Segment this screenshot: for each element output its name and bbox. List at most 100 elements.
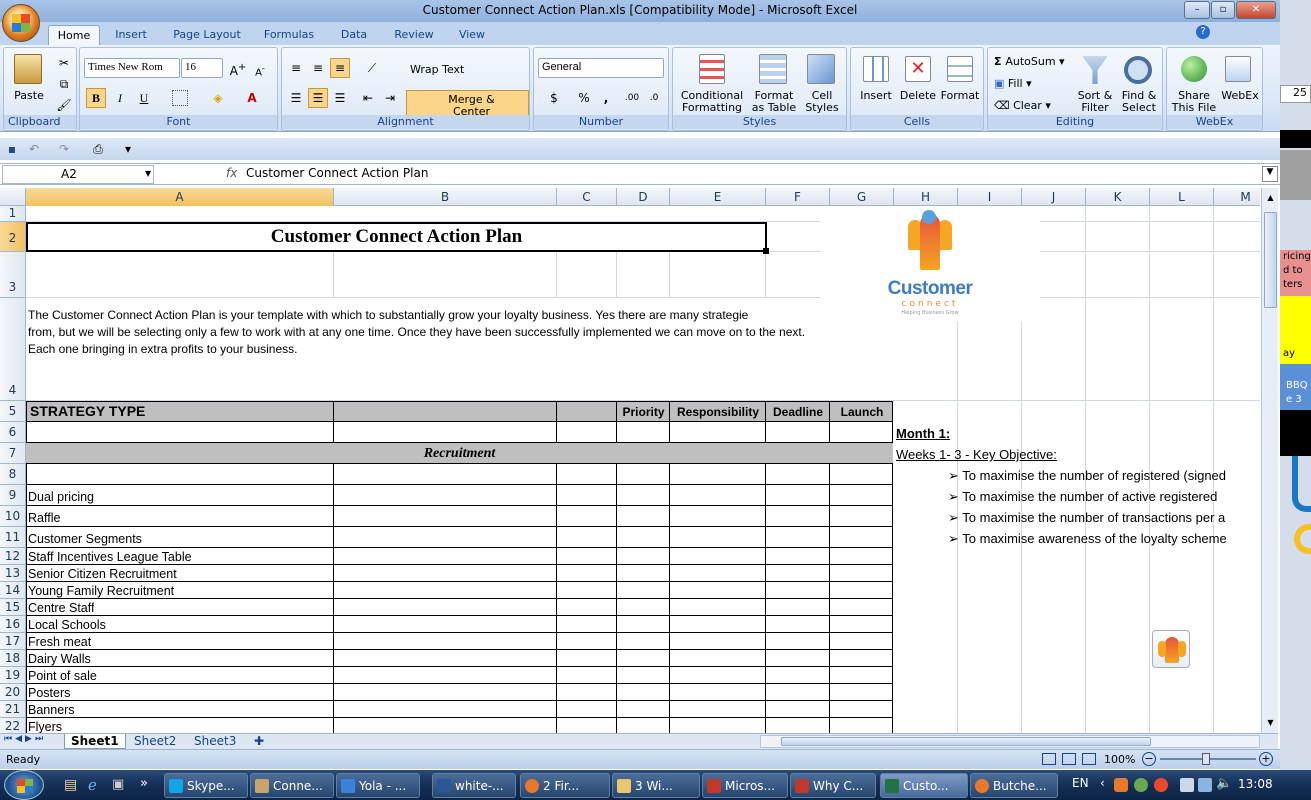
- currency-icon[interactable]: $: [540, 88, 568, 108]
- taskbar-item-why[interactable]: Why C...: [790, 773, 876, 798]
- underline-button[interactable]: U: [134, 88, 154, 108]
- strategy-item[interactable]: Staff Incentives League Table: [28, 550, 192, 564]
- increase-decimal-icon[interactable]: .00: [622, 88, 642, 108]
- tray-device-icon[interactable]: [1180, 778, 1194, 792]
- clear-button[interactable]: ⌫ Clear ▾: [994, 100, 1051, 112]
- column-header-k[interactable]: K: [1086, 188, 1150, 206]
- tray-security-icon[interactable]: [1134, 778, 1148, 792]
- column-header-l[interactable]: L: [1150, 188, 1214, 206]
- close-button[interactable]: ✕: [1236, 1, 1276, 19]
- taskbar-item-skype[interactable]: Skype...: [164, 773, 248, 798]
- fx-icon[interactable]: fx: [226, 166, 237, 180]
- strategy-item[interactable]: Banners: [28, 703, 75, 717]
- row-header[interactable]: 2: [0, 222, 26, 252]
- italic-button[interactable]: I: [110, 88, 130, 108]
- zoom-level[interactable]: 100%: [1104, 753, 1135, 766]
- tab-formulas[interactable]: Formulas: [258, 25, 320, 46]
- sheet-tab[interactable]: Sheet1: [64, 734, 126, 749]
- vertical-scroll-thumb[interactable]: [1264, 212, 1277, 308]
- strategy-item[interactable]: Customer Segments: [28, 532, 142, 546]
- minimize-button[interactable]: –: [1184, 1, 1210, 19]
- language-indicator[interactable]: EN: [1072, 776, 1089, 790]
- row-header[interactable]: 7: [0, 443, 26, 464]
- maximize-button[interactable]: ▫: [1211, 1, 1235, 19]
- formula-input[interactable]: Customer Connect Action Plan: [246, 166, 428, 180]
- column-header-i[interactable]: I: [958, 188, 1022, 206]
- increase-indent-icon[interactable]: ⇥: [380, 88, 400, 108]
- row-header[interactable]: 14: [0, 582, 26, 599]
- row-header[interactable]: 21: [0, 701, 26, 718]
- share-file-button[interactable]: Share This File: [1169, 90, 1219, 114]
- strategy-item[interactable]: Point of sale: [28, 669, 97, 683]
- align-right-icon[interactable]: ☰: [330, 88, 350, 108]
- decrease-indent-icon[interactable]: ⇤: [358, 88, 378, 108]
- row-header[interactable]: 6: [0, 422, 26, 443]
- zoom-in-icon[interactable]: +: [1259, 752, 1273, 766]
- fill-handle[interactable]: [763, 248, 769, 254]
- orientation-icon[interactable]: ⟋: [362, 58, 382, 78]
- ie-quicklaunch-icon[interactable]: ℯ: [88, 776, 97, 794]
- grow-font-button[interactable]: A+: [228, 58, 248, 78]
- scroll-down-icon[interactable]: ▼: [1263, 715, 1278, 731]
- column-header-d[interactable]: D: [617, 188, 670, 206]
- select-all-corner[interactable]: [0, 188, 26, 206]
- customize-qat-icon[interactable]: ▾: [118, 139, 138, 159]
- column-header-c[interactable]: C: [557, 188, 617, 206]
- office-button[interactable]: [2, 4, 40, 42]
- row-header[interactable]: 4: [0, 298, 26, 401]
- format-painter-icon[interactable]: 🖌: [54, 95, 74, 115]
- horizontal-scrollbar[interactable]: [760, 735, 1260, 748]
- cut-icon[interactable]: ✂: [54, 53, 74, 73]
- decrease-decimal-icon[interactable]: .0: [644, 88, 664, 108]
- fill-color-icon[interactable]: ◈: [208, 88, 228, 108]
- strategy-item[interactable]: Centre Staff: [28, 601, 94, 615]
- align-top-icon[interactable]: ≡: [286, 58, 306, 78]
- tab-home[interactable]: Home: [48, 25, 100, 46]
- column-header-e[interactable]: E: [670, 188, 766, 206]
- help-icon[interactable]: ?: [1196, 25, 1210, 39]
- taskbar-item-excel[interactable]: Custo...: [880, 773, 968, 798]
- strategy-item[interactable]: Raffle: [28, 511, 60, 525]
- row-header[interactable]: 16: [0, 616, 26, 633]
- row-header[interactable]: 17: [0, 633, 26, 650]
- tab-view[interactable]: View: [452, 25, 492, 46]
- explorer-quicklaunch-icon[interactable]: ▤: [64, 777, 77, 793]
- network-icon[interactable]: [1198, 778, 1212, 792]
- save-icon[interactable]: ▪: [2, 139, 22, 159]
- cell-styles-button[interactable]: Cell Styles: [801, 90, 843, 114]
- insert-sheet-icon[interactable]: ✚: [248, 734, 270, 749]
- sheet-title-cell[interactable]: Customer Connect Action Plan: [26, 222, 767, 252]
- column-header-j[interactable]: J: [1022, 188, 1086, 206]
- row-header[interactable]: 12: [0, 548, 26, 565]
- format-as-table-button[interactable]: Format as Table: [749, 90, 799, 114]
- zoom-slider-thumb[interactable]: [1202, 753, 1210, 765]
- row-header[interactable]: 20: [0, 684, 26, 701]
- fill-button[interactable]: ▣ Fill ▾: [994, 78, 1032, 90]
- row-header[interactable]: 8: [0, 464, 26, 485]
- autosum-button[interactable]: Σ AutoSum ▾: [994, 56, 1065, 68]
- comma-button[interactable]: ,: [596, 88, 616, 108]
- row-header[interactable]: 5: [0, 401, 26, 422]
- taskbar-item-firefox[interactable]: 2 Fir...: [520, 773, 610, 798]
- sheet-tab[interactable]: Sheet3: [188, 734, 242, 749]
- insert-cells-button[interactable]: Insert: [855, 90, 897, 102]
- column-header-g[interactable]: G: [830, 188, 894, 206]
- borders-icon[interactable]: [172, 90, 188, 106]
- zoom-out-icon[interactable]: −: [1142, 752, 1156, 766]
- row-header[interactable]: 3: [0, 252, 26, 298]
- taskbar-item-microsoft[interactable]: Micros...: [702, 773, 788, 798]
- taskbar-item-connect[interactable]: Conne...: [250, 773, 334, 798]
- undo-icon[interactable]: ↶: [24, 139, 44, 159]
- bold-button[interactable]: B: [86, 88, 106, 108]
- tray-app-icon[interactable]: [1114, 778, 1128, 792]
- row-header[interactable]: 22: [0, 718, 26, 733]
- row-header[interactable]: 11: [0, 527, 26, 548]
- shrink-font-button[interactable]: A-: [250, 58, 270, 78]
- column-header-b[interactable]: B: [334, 188, 557, 206]
- vertical-scrollbar[interactable]: ▲ ▼: [1261, 188, 1278, 733]
- align-center-icon[interactable]: ☰: [308, 88, 328, 108]
- row-header[interactable]: 13: [0, 565, 26, 582]
- strategy-item[interactable]: Young Family Recruitment: [28, 584, 174, 598]
- column-header-a[interactable]: A: [26, 188, 334, 206]
- row-header[interactable]: 18: [0, 650, 26, 667]
